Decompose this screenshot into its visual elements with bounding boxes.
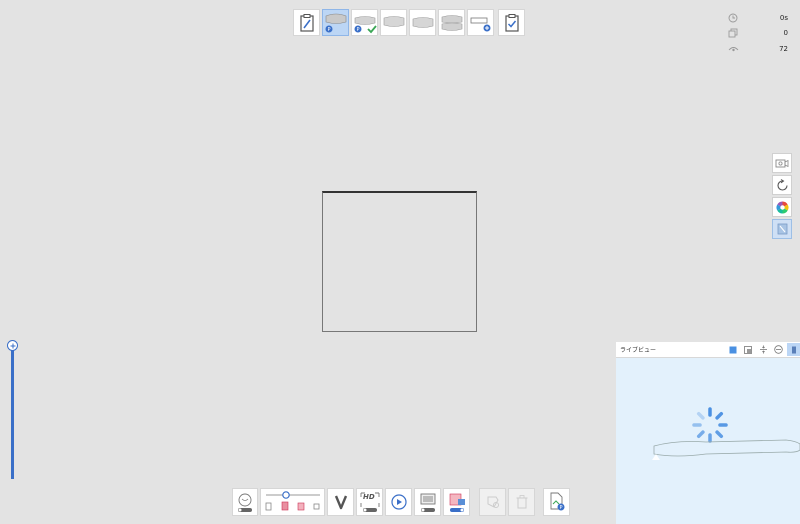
stat-frames: 72 <box>728 42 788 56</box>
scanner-wand-icon <box>652 439 800 460</box>
check-icon <box>366 24 377 33</box>
clipboard-pencil-button[interactable] <box>293 9 320 36</box>
texture-icon <box>777 223 787 235</box>
depth-slider-handle[interactable] <box>7 340 18 351</box>
video-camera-icon <box>775 159 789 168</box>
live-view-header: ライブビュー <box>616 342 800 358</box>
upper-jaw-button[interactable] <box>380 9 407 36</box>
lower-jaw-button[interactable] <box>409 9 436 36</box>
grid-view-icon <box>744 345 752 354</box>
scan-body-add-icon <box>470 17 490 31</box>
lower-jaw-scan-button[interactable]: P <box>351 9 378 36</box>
brush-size-slider[interactable] <box>260 488 325 516</box>
bite-scan-button[interactable] <box>438 9 465 36</box>
clock-icon <box>728 13 738 23</box>
split-arrows-icon <box>760 345 767 354</box>
panel-toggle-button[interactable] <box>787 343 800 356</box>
lasso-icon <box>487 496 499 508</box>
eye-icon <box>728 47 739 52</box>
stat-frames-value: 72 <box>779 45 788 53</box>
arch-button[interactable] <box>327 488 354 516</box>
upper-jaw-icon: P <box>325 13 346 33</box>
document-export-icon: P <box>550 492 564 511</box>
stat-count-value: 0 <box>783 29 788 37</box>
svg-text:P: P <box>356 27 359 33</box>
add-scan-body-button[interactable] <box>467 9 494 36</box>
texture-button[interactable] <box>772 219 792 239</box>
color-wheel-icon <box>775 201 789 213</box>
lower-jaw-icon: P <box>354 15 377 33</box>
view-mode-button-4[interactable] <box>773 344 784 355</box>
svg-text:P: P <box>559 505 562 511</box>
video-camera-button[interactable] <box>772 153 792 173</box>
bite-icon <box>441 14 462 31</box>
clipboard-check-button[interactable] <box>498 9 525 36</box>
arch-icon <box>334 495 347 510</box>
square-view-icon <box>729 346 737 353</box>
trash-icon <box>516 495 527 509</box>
rotate-button[interactable] <box>772 175 792 195</box>
depth-slider-track[interactable] <box>11 345 14 479</box>
clipboard-check-icon <box>504 13 519 32</box>
face-scan-icon <box>238 493 252 512</box>
shade-icon <box>449 493 465 512</box>
play-icon <box>390 494 407 510</box>
live-view-panel: ライブビュー <box>616 342 800 524</box>
export-document-button[interactable]: P <box>543 488 570 516</box>
plus-icon <box>10 343 15 348</box>
brush-slider-icon <box>265 491 320 511</box>
play-button[interactable] <box>385 488 412 516</box>
monitor-toggle[interactable] <box>414 488 441 516</box>
hd-label: HD <box>363 493 375 501</box>
patient-model-toggle[interactable] <box>232 488 258 516</box>
hd-toggle[interactable]: HD <box>356 488 383 516</box>
stat-count: 0 <box>728 26 788 40</box>
copy-icon <box>728 28 738 38</box>
top-toolbar: P P <box>293 9 527 37</box>
selection-tool-button[interactable] <box>479 488 506 516</box>
panel-icon <box>791 346 796 353</box>
stat-time-value: 0s <box>779 14 788 22</box>
live-view-title: ライブビュー <box>620 347 657 354</box>
view-mode-button-3[interactable] <box>758 344 769 355</box>
monitor-icon <box>420 493 435 512</box>
shade-toggle[interactable] <box>443 488 470 516</box>
scan-preview-frame[interactable] <box>322 191 477 332</box>
delete-button[interactable] <box>508 488 535 516</box>
minus-circle-icon <box>774 345 783 354</box>
rotate-icon <box>776 178 788 191</box>
view-mode-button-2[interactable] <box>743 344 754 355</box>
color-wheel-button[interactable] <box>772 197 792 217</box>
stat-time: 0s <box>728 11 788 25</box>
lower-teeth-icon <box>412 16 433 28</box>
upper-jaw-scan-button[interactable]: P <box>322 9 349 36</box>
clipboard-pencil-icon <box>299 13 314 32</box>
upper-teeth-icon <box>383 15 404 27</box>
view-mode-button-1[interactable] <box>728 344 739 355</box>
svg-text:P: P <box>327 27 330 33</box>
